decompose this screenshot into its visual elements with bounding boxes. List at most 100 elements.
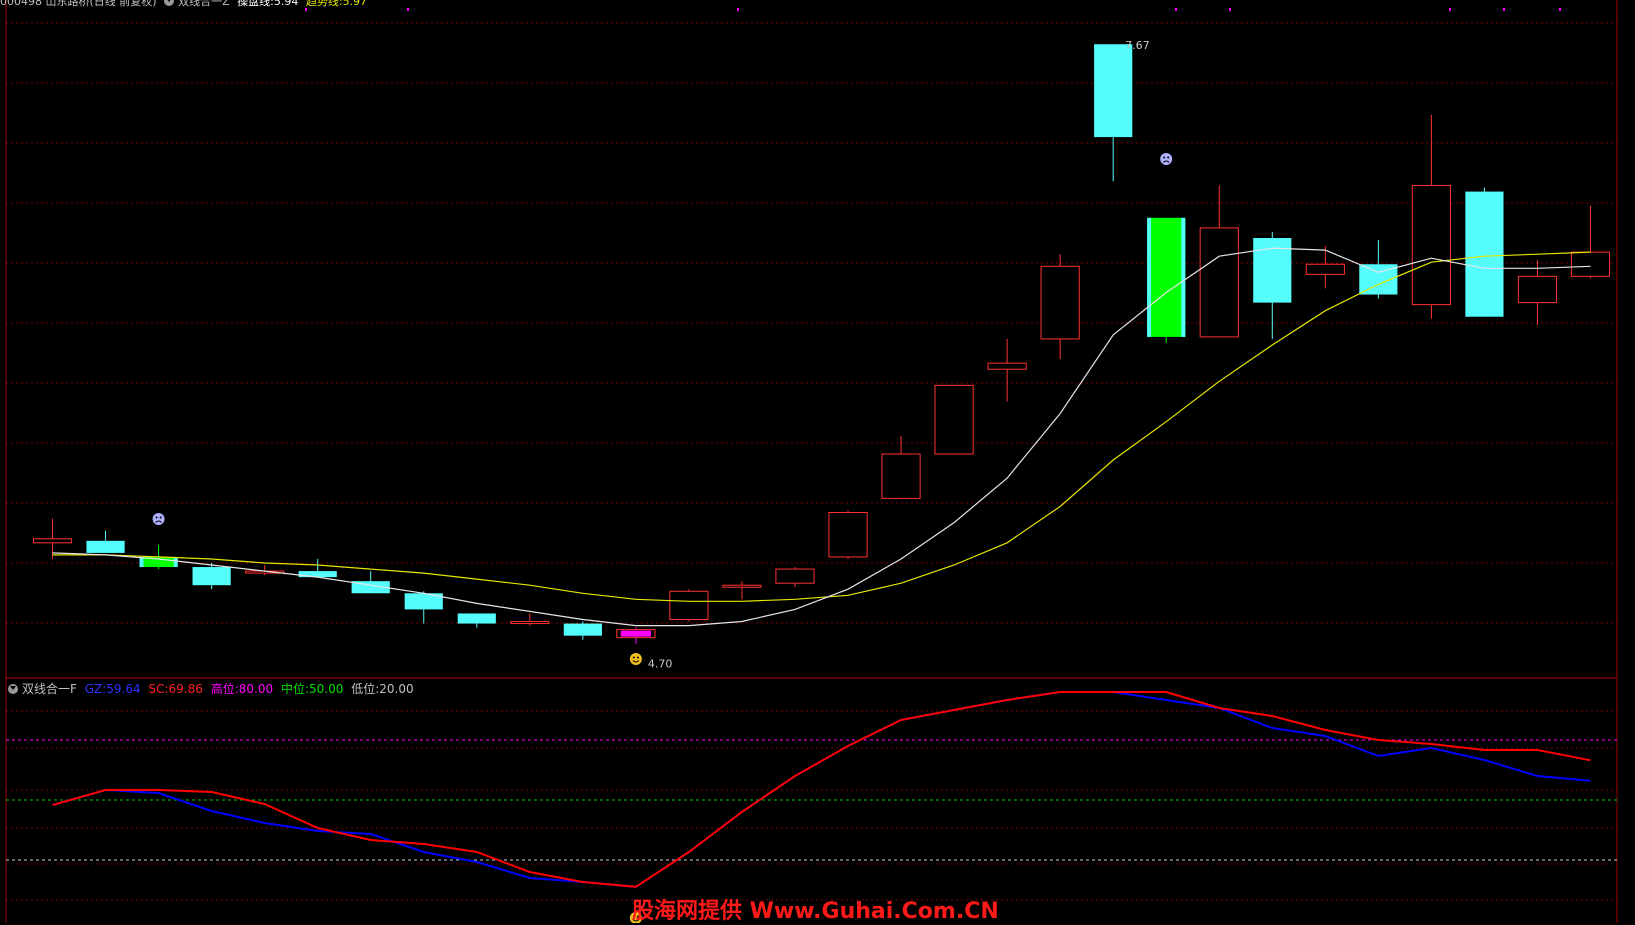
candle-body [1094,44,1133,138]
candle-body [32,538,73,544]
watermark: 股海网提供 Www.Guhai.Com.CN [632,899,999,924]
candle [1517,260,1558,325]
face-eye [1167,156,1170,159]
face-eye [632,656,635,659]
stock-title: 000498 山东路桥(日线 前复权) [0,0,157,8]
sc-label: SC: [148,682,169,696]
sc-value: 69.86 [168,682,203,696]
sad-face-icon [1160,153,1173,165]
candle [669,589,709,622]
candle-body [1040,265,1080,340]
candle-body [1305,263,1345,275]
smile-face-icon [629,653,642,665]
candle [351,571,390,594]
indicator-toggle-icon[interactable] [164,0,175,6]
face-eye [155,516,158,519]
candle [1570,205,1611,279]
candle [881,435,921,499]
top-marker [1559,8,1561,11]
candle-body [669,590,709,621]
oscillator-chart[interactable] [6,691,1617,888]
candle [722,581,762,600]
main-indicator-name: 双线合一Z [178,0,230,8]
candle [616,627,656,644]
candle-body [1199,227,1239,338]
candle-body [457,613,496,624]
gz-value: 59.64 [106,682,141,696]
sub-indicator-name: 双线合一F [22,682,77,696]
grid-lines [5,0,1618,923]
top-marker [1503,8,1505,11]
candle [1040,254,1080,360]
face-eye [159,516,162,519]
op-line-label: 操盘线: [237,0,274,8]
candle-body [1465,191,1504,317]
low-label: 低位: [351,682,380,696]
main-header: 000498 山东路桥(日线 前复权) 双线合一Z 操盘线:5.94 趋势线:5… [0,0,371,9]
trend-line-label: 趋势线: [305,0,343,8]
sad-face-icon [152,513,165,525]
candle [1305,246,1345,289]
min-price-label: 4.70 [648,658,673,671]
candle [828,510,868,559]
face-circle [152,513,165,525]
candle-body [1147,217,1186,337]
candle-body [934,384,974,455]
face-circle [629,653,642,665]
candle-body [1570,251,1611,277]
top-marker [1449,8,1451,11]
candle-body-edge [173,556,178,568]
gz-line [52,691,1591,888]
op-line-value: 5.94 [273,0,299,8]
top-marker [1229,8,1231,11]
gz-label: GZ: [84,682,107,696]
candle-body [828,512,868,558]
candle-body [86,540,125,553]
low-value: 20.00 [379,682,414,696]
candle-body-fill [620,630,651,637]
candle [86,530,125,553]
candle-body [722,584,762,588]
face-circle [1160,153,1173,165]
candle-body [563,623,602,636]
candle-body [1517,275,1558,304]
candle-body [775,568,815,584]
top-marker [1175,8,1177,11]
chart-canvas: 7.67 4.70 [5,0,1618,923]
top-marker [407,8,409,11]
candle [1411,114,1451,319]
max-price-label: 7.67 [1125,39,1150,52]
candle-body [1411,185,1451,306]
candle-body [987,362,1027,370]
candle [457,613,496,628]
candle [298,558,337,578]
candle [510,613,550,626]
high-label: 高位: [210,682,239,696]
candle-body [298,571,337,578]
op-line [52,247,1591,627]
candle [934,384,974,455]
face-eye [636,656,639,659]
candle-body [510,621,550,625]
top-marker [737,8,739,11]
candle-body [881,453,921,499]
face-eye [1163,156,1166,159]
mid-label: 中位: [280,682,309,696]
candle-body-edge [1147,217,1152,337]
candle [1094,44,1133,182]
candle-body [192,567,231,586]
mid-value: 50.00 [309,682,344,696]
trend-line-value: 5.97 [342,0,368,8]
sub-indicator-toggle-icon[interactable] [8,684,18,694]
candle [987,338,1027,402]
sub-header: 双线合一F GZ:59.64 SC:69.86 高位:80.00 中位:50.0… [8,682,418,696]
candle [563,621,602,640]
candle [1465,187,1504,317]
trend-line [52,251,1591,602]
candle [775,567,815,588]
candle [1147,217,1186,343]
candle [1199,185,1239,338]
candle-body-edge [1181,217,1186,337]
candle-body-edge [139,556,144,568]
high-value: 80.00 [238,682,274,696]
